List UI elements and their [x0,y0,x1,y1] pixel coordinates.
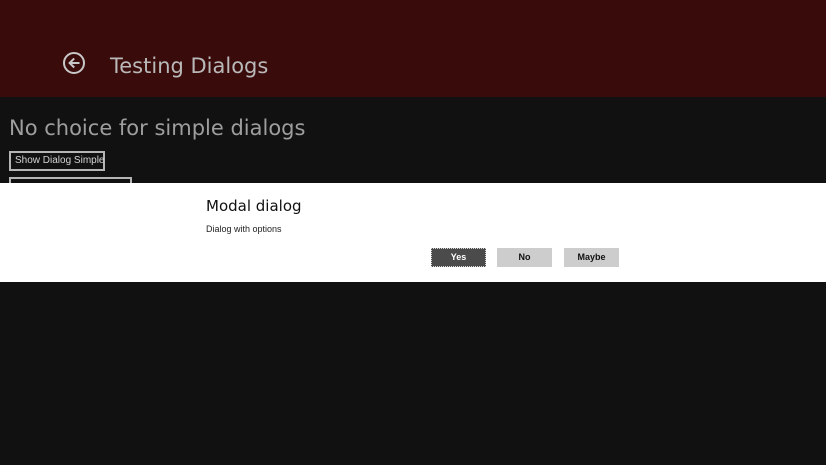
dialog-message: Dialog with options [206,224,282,234]
app-window: Testing Dialogs No choice for simple dia… [0,0,826,465]
no-button[interactable]: No [497,248,552,267]
dialog-title: Modal dialog [206,197,302,215]
yes-button[interactable]: Yes [431,248,486,267]
back-button[interactable] [63,52,85,74]
show-dialog-simple-button[interactable]: Show Dialog Simple [9,151,105,171]
back-arrow-circle-icon [68,57,80,69]
header-bar: Testing Dialogs [0,0,826,97]
page-title: Testing Dialogs [110,54,269,78]
modal-dialog: Modal dialog Dialog with options Yes No … [0,183,826,282]
section-heading: No choice for simple dialogs [9,116,306,140]
maybe-button[interactable]: Maybe [564,248,619,267]
